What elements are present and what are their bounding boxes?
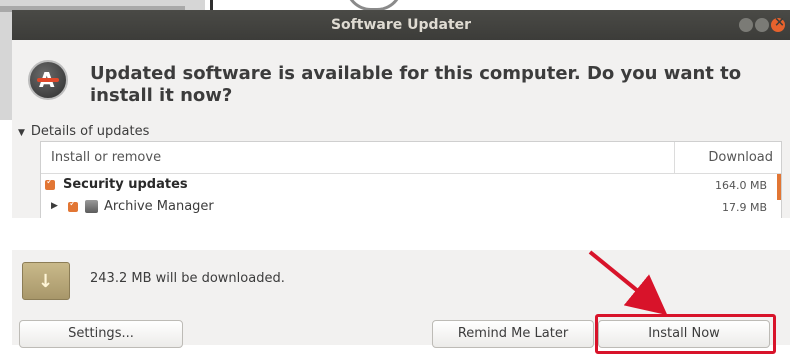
- annotation-arrow: [588, 250, 668, 316]
- annotation-arrow-line: [588, 250, 668, 316]
